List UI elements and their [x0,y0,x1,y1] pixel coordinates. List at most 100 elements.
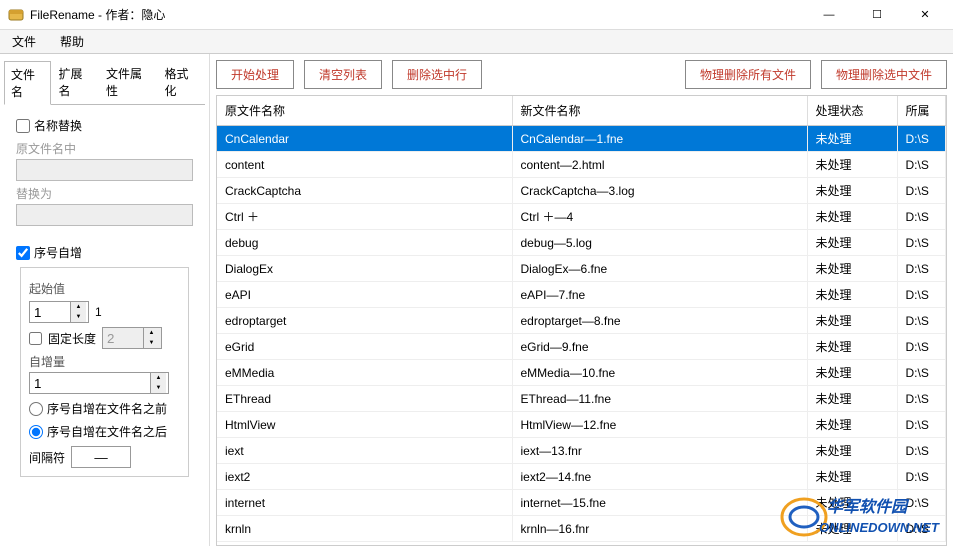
cell-path: D:\S [897,360,946,386]
table-row[interactable]: Ctrl ＋Ctrl ＋—4未处理D:\S [217,204,946,230]
delete-all-physical-button[interactable]: 物理删除所有文件 [685,60,811,89]
cell-status: 未处理 [807,126,897,152]
table-row[interactable]: debugdebug—5.log未处理D:\S [217,230,946,256]
cell-new: eMMedia—10.fne [512,360,807,386]
fixed-length-checkbox[interactable] [29,332,42,345]
fixed-length-input [103,328,143,348]
start-button[interactable]: 开始处理 [216,60,294,89]
increment-up[interactable]: ▲ [151,373,166,383]
fixed-length-up: ▲ [144,328,159,338]
table-row[interactable]: DialogExDialogEx—6.fne未处理D:\S [217,256,946,282]
table-row[interactable]: eAPIeAPI—7.fne未处理D:\S [217,282,946,308]
sequence-checkbox[interactable] [16,246,30,260]
menu-help[interactable]: 帮助 [56,31,88,52]
cell-original: debug [217,230,512,256]
cell-status: 未处理 [807,360,897,386]
start-value-down[interactable]: ▼ [71,312,86,322]
table-row[interactable]: EThreadEThread—11.fne未处理D:\S [217,386,946,412]
table-row[interactable]: CrackCaptchaCrackCaptcha—3.log未处理D:\S [217,178,946,204]
cell-status: 未处理 [807,204,897,230]
increment-label: 自增量 [29,353,180,370]
separator-input[interactable] [71,446,131,468]
cell-status: 未处理 [807,516,897,542]
cell-path: D:\S [897,256,946,282]
window-title: FileRename - 作者：隐心 [30,6,809,23]
cell-path: D:\S [897,282,946,308]
table-row[interactable]: internetinternet—15.fne未处理D:\S [217,490,946,516]
fixed-length-spinner[interactable]: ▲ ▼ [102,327,162,349]
cell-status: 未处理 [807,412,897,438]
tab-filename[interactable]: 文件名 [4,61,51,105]
menu-file[interactable]: 文件 [8,31,40,52]
col-header-status[interactable]: 处理状态 [807,96,897,126]
table-row[interactable]: contentcontent—2.html未处理D:\S [217,152,946,178]
table-row[interactable]: HtmlViewHtmlView—12.fne未处理D:\S [217,412,946,438]
cell-path: D:\S [897,334,946,360]
cell-new: CrackCaptcha—3.log [512,178,807,204]
cell-path: D:\S [897,308,946,334]
clear-button[interactable]: 清空列表 [304,60,382,89]
replace-text-label: 替换为 [16,185,193,202]
replace-checkbox[interactable] [16,119,30,133]
cell-status: 未处理 [807,230,897,256]
replace-checkbox-label: 名称替换 [34,117,82,134]
col-header-new[interactable]: 新文件名称 [512,96,807,126]
table-row[interactable]: eGrideGrid—9.fne未处理D:\S [217,334,946,360]
radio-after-label: 序号自增在文件名之后 [47,423,167,440]
cell-status: 未处理 [807,152,897,178]
cell-path: D:\S [897,230,946,256]
cell-new: iext2—14.fne [512,464,807,490]
cell-path: D:\S [897,152,946,178]
original-text-input[interactable] [16,159,193,181]
increment-input[interactable] [30,373,150,393]
cell-path: D:\S [897,178,946,204]
cell-original: eGrid [217,334,512,360]
cell-new: DialogEx—6.fne [512,256,807,282]
replace-text-input[interactable] [16,204,193,226]
table-row[interactable]: edroptargetedroptarget—8.fne未处理D:\S [217,308,946,334]
cell-status: 未处理 [807,464,897,490]
delete-selected-button[interactable]: 删除选中行 [392,60,482,89]
cell-original: iext2 [217,464,512,490]
increment-spinner[interactable]: ▲ ▼ [29,372,169,394]
cell-new: debug—5.log [512,230,807,256]
sequence-checkbox-label: 序号自增 [34,244,82,261]
tab-extension[interactable]: 扩展名 [51,60,98,104]
cell-new: eAPI—7.fne [512,282,807,308]
table-row[interactable]: krnlnkrnln—16.fnr未处理D:\S [217,516,946,542]
increment-down[interactable]: ▼ [151,383,166,393]
minimize-button[interactable]: — [809,3,849,27]
close-button[interactable]: ✕ [905,3,945,27]
table-row[interactable]: iextiext—13.fnr未处理D:\S [217,438,946,464]
cell-new: eGrid—9.fne [512,334,807,360]
fixed-length-label: 固定长度 [48,330,96,347]
cell-status: 未处理 [807,256,897,282]
cell-original: internet [217,490,512,516]
cell-original: Ctrl ＋ [217,204,512,230]
radio-after[interactable] [29,425,43,439]
tab-format[interactable]: 格式化 [158,60,205,104]
table-row[interactable]: CnCalendarCnCalendar—1.fne未处理D:\S [217,126,946,152]
cell-status: 未处理 [807,334,897,360]
cell-original: eMMedia [217,360,512,386]
table-row[interactable]: eMMediaeMMedia—10.fne未处理D:\S [217,360,946,386]
col-header-path[interactable]: 所属 [897,96,946,126]
start-value-input[interactable] [30,302,70,322]
cell-path: D:\S [897,126,946,152]
start-value-spinner[interactable]: ▲ ▼ [29,301,89,323]
delete-selected-physical-button[interactable]: 物理删除选中文件 [821,60,947,89]
cell-original: iext [217,438,512,464]
radio-before[interactable] [29,402,43,416]
table-row[interactable]: iext2iext2—14.fne未处理D:\S [217,464,946,490]
cell-new: internet—15.fne [512,490,807,516]
cell-status: 未处理 [807,386,897,412]
cell-original: content [217,152,512,178]
maximize-button[interactable]: ☐ [857,3,897,27]
tab-attributes[interactable]: 文件属性 [99,60,158,104]
col-header-original[interactable]: 原文件名称 [217,96,512,126]
app-icon [8,7,24,23]
cell-path: D:\S [897,490,946,516]
start-value-up[interactable]: ▲ [71,302,86,312]
cell-original: CnCalendar [217,126,512,152]
radio-before-label: 序号自增在文件名之前 [47,400,167,417]
